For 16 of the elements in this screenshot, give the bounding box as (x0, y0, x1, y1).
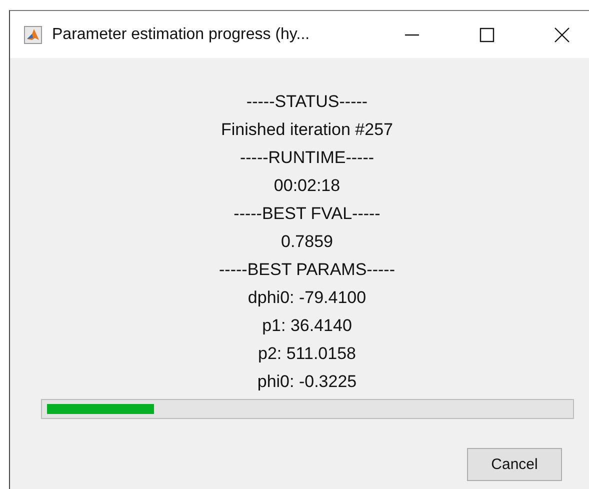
status-text: dphi0: -79.4100 (248, 287, 366, 309)
app-logo-icon (24, 26, 42, 44)
cancel-button[interactable]: Cancel (467, 448, 562, 481)
maximize-icon[interactable] (479, 26, 495, 42)
status-text: -----BEST PARAMS----- (219, 259, 395, 281)
status-text: -----RUNTIME----- (240, 147, 374, 169)
status-text: p2: 511.0158 (258, 343, 356, 365)
status-text: -----BEST FVAL----- (234, 203, 380, 225)
status-text: -----STATUS----- (246, 91, 368, 113)
status-text: 00:02:18 (274, 175, 340, 197)
status-text: phi0: -0.3225 (257, 371, 357, 393)
status-text: 0.7859 (281, 231, 333, 253)
close-icon[interactable] (554, 26, 570, 42)
status-text: Finished iteration #257 (220, 119, 393, 141)
window-title: Parameter estimation progress (hy... (52, 26, 310, 44)
status-text: p1: 36.4140 (262, 315, 352, 337)
